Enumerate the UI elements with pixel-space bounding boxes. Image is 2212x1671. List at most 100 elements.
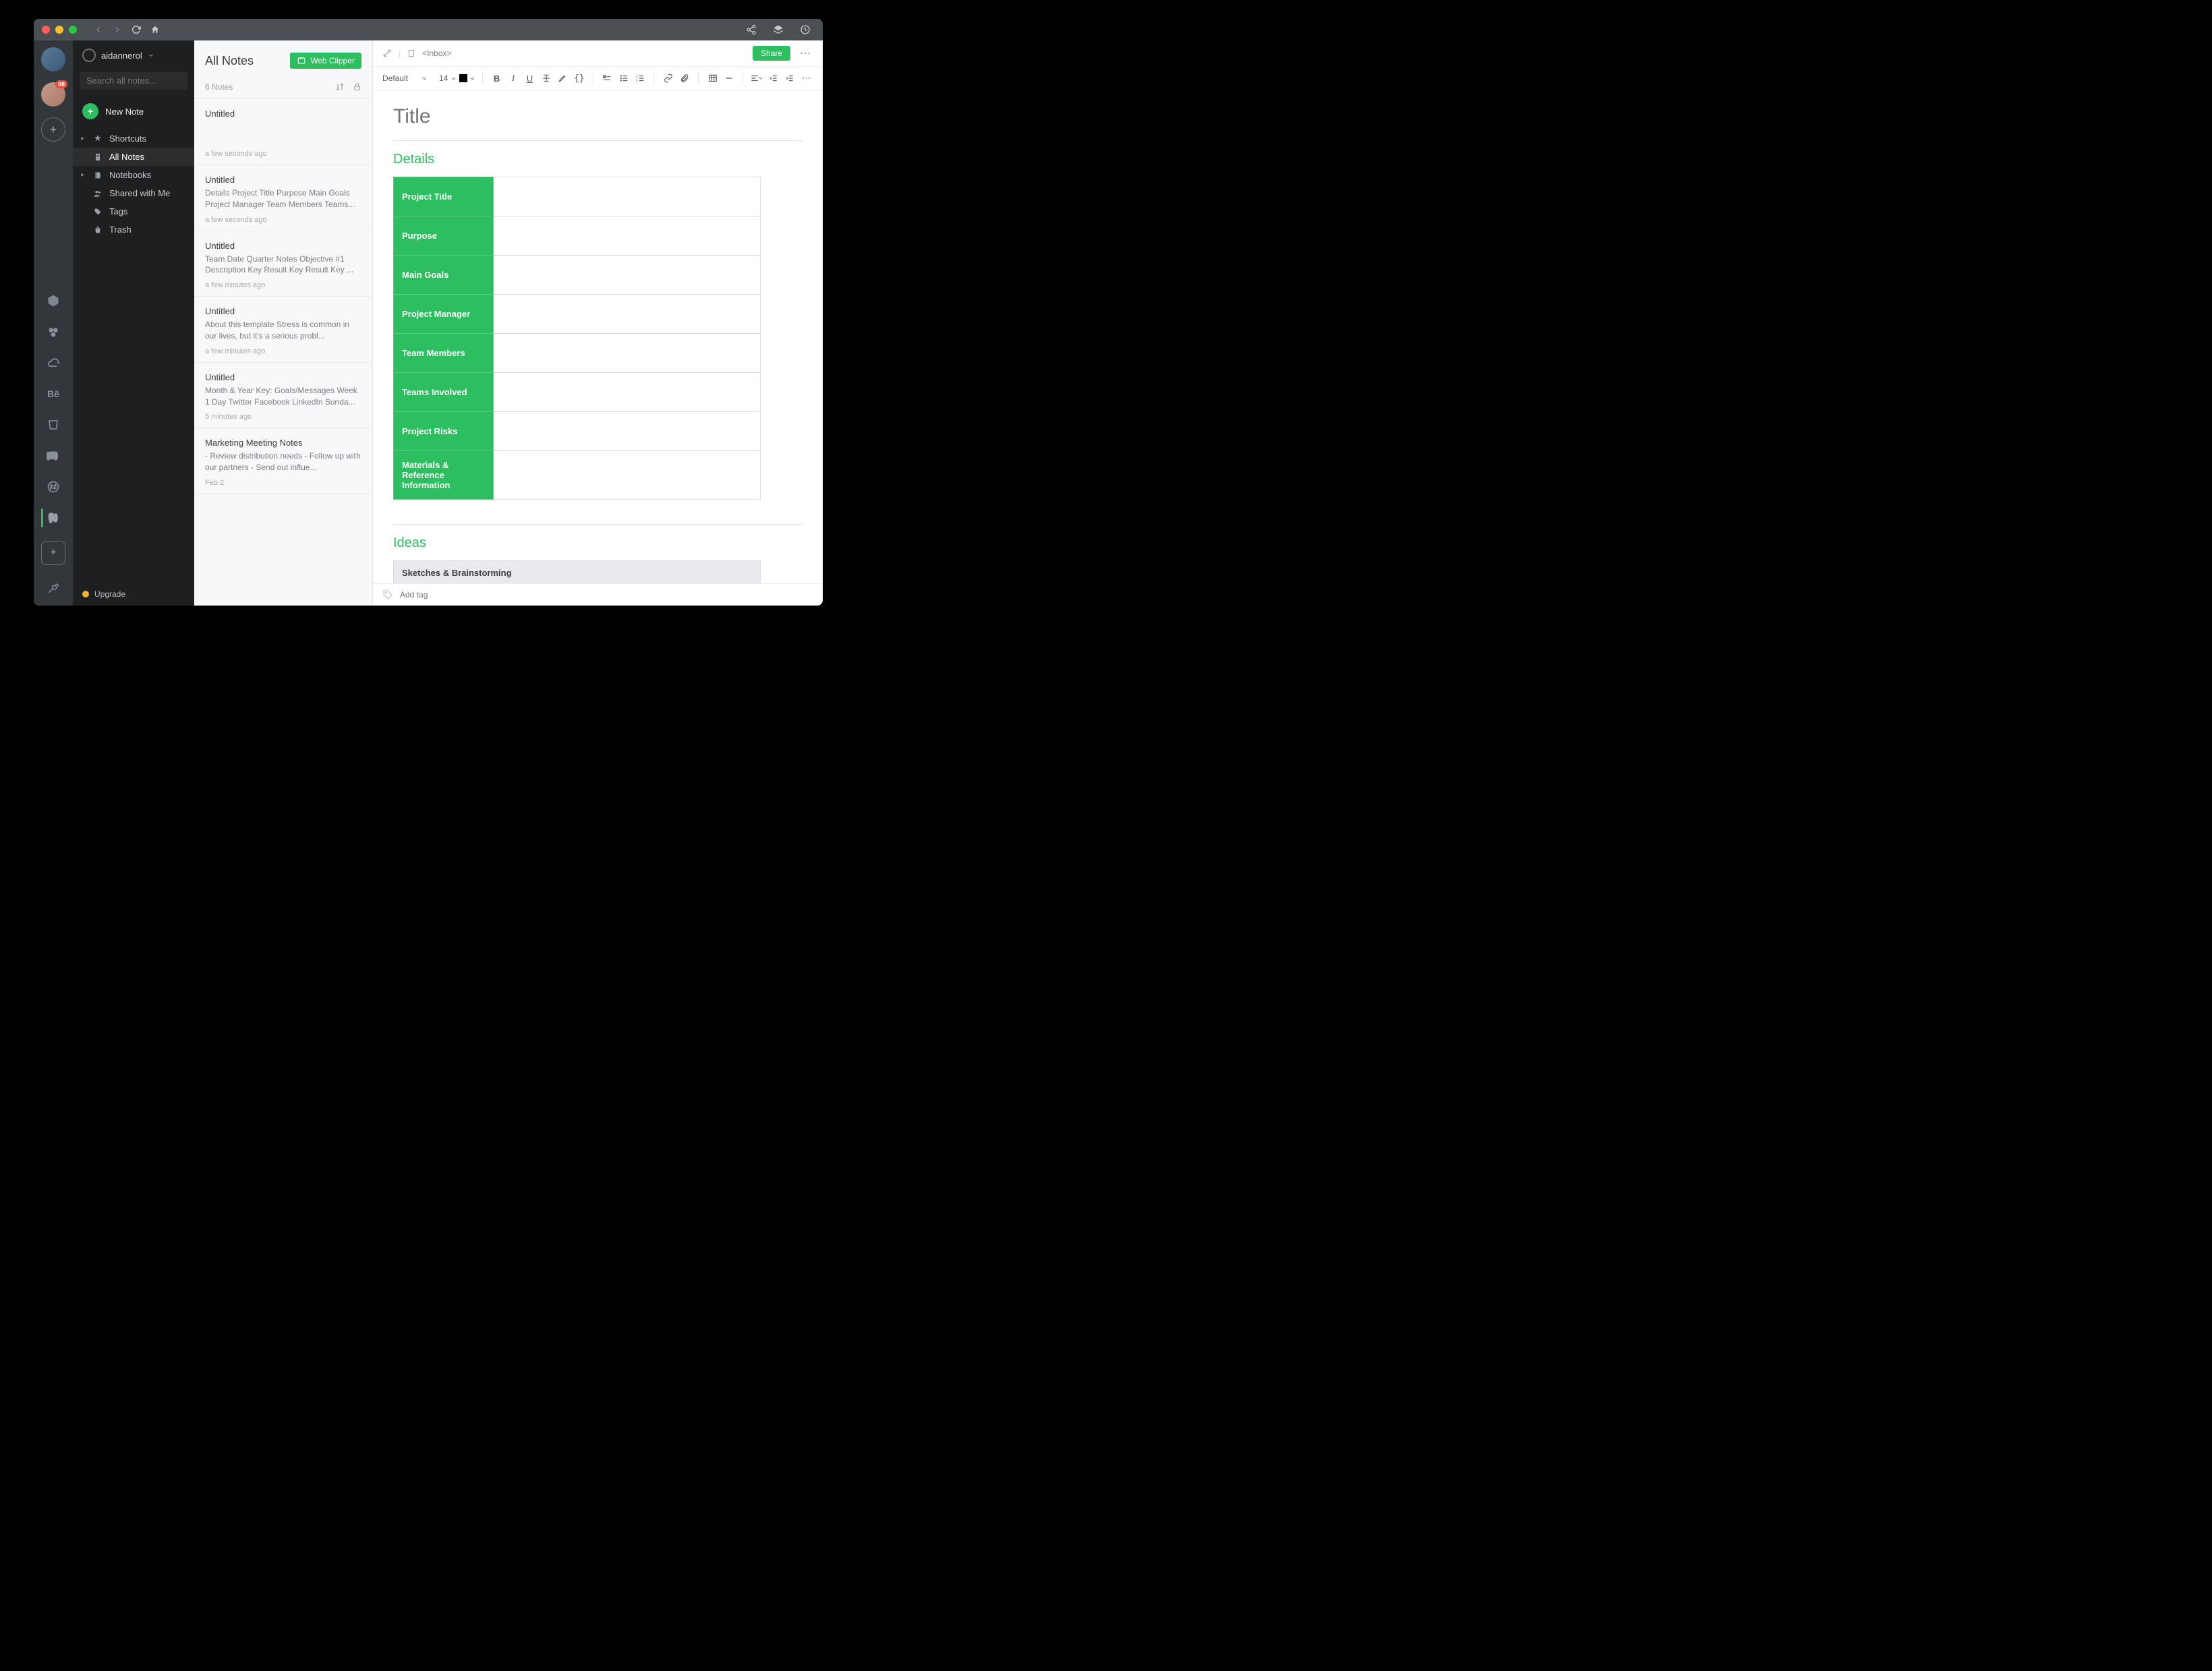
italic-button[interactable]: I xyxy=(506,71,520,86)
cloud-app-icon[interactable] xyxy=(41,351,65,375)
font-family-select[interactable]: Default xyxy=(382,74,436,83)
note-title: Untitled xyxy=(205,306,361,316)
bullet-list-button[interactable] xyxy=(617,71,631,86)
note-title: Untitled xyxy=(205,109,361,119)
home-button[interactable] xyxy=(146,20,165,39)
maximize-window-button[interactable] xyxy=(69,26,77,34)
more-formatting-button[interactable]: ⋯ xyxy=(800,71,813,86)
sidebar-item-tags[interactable]: Tags xyxy=(73,202,194,221)
sort-button[interactable] xyxy=(335,82,345,92)
note-list-item[interactable]: Marketing Meeting Notes- Review distribu… xyxy=(194,428,372,494)
behance-app-icon[interactable]: Bē xyxy=(41,382,65,406)
font-color-select[interactable] xyxy=(459,74,475,82)
details-row-value[interactable] xyxy=(493,295,760,334)
highlight-button[interactable] xyxy=(556,71,569,86)
sidebar-item-shortcuts[interactable]: ▸★Shortcuts xyxy=(73,129,194,148)
history-icon[interactable] xyxy=(796,20,815,39)
ideas-table[interactable]: Sketches & Brainstorming xyxy=(393,560,761,583)
layers-icon[interactable] xyxy=(769,20,788,39)
new-note-button[interactable]: + New Note xyxy=(73,96,194,129)
sidebar-item-all-notes[interactable]: All Notes xyxy=(73,148,194,166)
sidebar-item-shared[interactable]: Shared with Me xyxy=(73,184,194,202)
workspace-avatar-1[interactable] xyxy=(41,47,65,71)
add-tag-input[interactable] xyxy=(400,590,813,599)
outdent-button[interactable] xyxy=(783,71,796,86)
reload-button[interactable] xyxy=(127,20,146,39)
details-row-value[interactable] xyxy=(493,256,760,295)
expand-icon[interactable] xyxy=(382,49,392,58)
note-list-item[interactable]: Untitled a few seconds ago xyxy=(194,99,372,165)
search-input[interactable] xyxy=(86,76,205,86)
note-title: Untitled xyxy=(205,175,361,185)
editor-body[interactable]: Details Project TitlePurposeMain GoalsPr… xyxy=(373,90,823,583)
upgrade-button[interactable]: Upgrade xyxy=(73,583,194,606)
note-count: 6 Notes xyxy=(205,82,233,92)
app-window: 98 + Bē + aidannerol xyxy=(34,19,823,606)
code-block-button[interactable]: {} xyxy=(573,71,586,86)
color-swatch-icon xyxy=(459,74,467,82)
share-icon[interactable] xyxy=(742,20,761,39)
note-list-item[interactable]: UntitledTeam Date Quarter Notes Objectiv… xyxy=(194,231,372,297)
indent-button[interactable] xyxy=(767,71,780,86)
note-list-item[interactable]: UntitledMonth & Year Key: Goals/Messages… xyxy=(194,363,372,429)
details-row-label: Project Risks xyxy=(394,412,494,451)
link-button[interactable] xyxy=(661,71,674,86)
note-preview: Month & Year Key: Goals/Messages Week 1 … xyxy=(205,385,361,408)
notes-scroll[interactable]: Untitleda few seconds agoUntitledDetails… xyxy=(194,99,372,494)
details-row-value[interactable] xyxy=(493,412,760,451)
details-row-value[interactable] xyxy=(493,373,760,412)
share-button[interactable]: Share xyxy=(753,46,790,61)
number-list-button[interactable]: 123 xyxy=(633,71,647,86)
bold-button[interactable]: B xyxy=(490,71,503,86)
notebook-select[interactable]: <Inbox> xyxy=(422,49,451,58)
hash-app-icon[interactable] xyxy=(41,475,65,499)
details-row-value[interactable] xyxy=(493,451,760,500)
hr-button[interactable] xyxy=(722,71,736,86)
note-title: Marketing Meeting Notes xyxy=(205,438,361,448)
search-box[interactable] xyxy=(80,71,187,90)
web-clipper-label: Web Clipper xyxy=(310,56,355,65)
note-icon xyxy=(93,153,103,161)
more-options-button[interactable]: ⋯ xyxy=(797,47,813,60)
font-size-select[interactable]: 14 xyxy=(439,74,457,83)
workspace-avatar-2[interactable]: 98 xyxy=(41,82,65,107)
note-title-input[interactable] xyxy=(393,100,803,140)
note-timestamp: a few minutes ago xyxy=(205,281,361,289)
upgrade-label: Upgrade xyxy=(94,589,125,599)
box-app-icon[interactable] xyxy=(41,289,65,313)
note-timestamp: a few seconds ago xyxy=(205,216,361,224)
add-workspace-button[interactable]: + xyxy=(41,117,65,142)
align-button[interactable] xyxy=(750,71,763,86)
account-switcher[interactable]: aidannerol xyxy=(73,40,194,69)
details-row-value[interactable] xyxy=(493,334,760,373)
details-row-value[interactable] xyxy=(493,177,760,216)
note-timestamp: a few seconds ago xyxy=(205,150,361,158)
settings-wrench-icon[interactable] xyxy=(41,576,65,600)
note-list-item[interactable]: UntitledDetails Project Title Purpose Ma… xyxy=(194,165,372,231)
details-row-value[interactable] xyxy=(493,216,760,256)
evernote-app-icon[interactable] xyxy=(41,506,65,530)
table-button[interactable] xyxy=(705,71,719,86)
note-list-item[interactable]: UntitledAbout this template Stress is co… xyxy=(194,297,372,363)
web-clipper-button[interactable]: Web Clipper xyxy=(290,53,361,69)
add-app-button[interactable]: + xyxy=(41,541,65,565)
sidebar-item-trash[interactable]: Trash xyxy=(73,221,194,239)
sidebar-item-notebooks[interactable]: ▸Notebooks xyxy=(73,166,194,184)
circles-app-icon[interactable] xyxy=(41,320,65,344)
note-list-heading: All Notes xyxy=(205,54,290,68)
underline-button[interactable]: U xyxy=(523,71,536,86)
note-timestamp: Feb 2 xyxy=(205,479,361,487)
bucket-app-icon[interactable] xyxy=(41,413,65,437)
details-table[interactable]: Project TitlePurposeMain GoalsProject Ma… xyxy=(393,177,761,500)
back-button[interactable] xyxy=(89,20,108,39)
close-window-button[interactable] xyxy=(42,26,50,34)
forward-button[interactable] xyxy=(108,20,127,39)
lock-icon[interactable] xyxy=(353,82,361,92)
strikethrough-button[interactable] xyxy=(540,71,553,86)
discord-app-icon[interactable] xyxy=(41,444,65,468)
checklist-button[interactable] xyxy=(600,71,614,86)
attachment-button[interactable] xyxy=(678,71,691,86)
sidebar-label: Shortcuts xyxy=(109,134,146,144)
details-row-label: Team Members xyxy=(394,334,494,373)
minimize-window-button[interactable] xyxy=(55,26,63,34)
